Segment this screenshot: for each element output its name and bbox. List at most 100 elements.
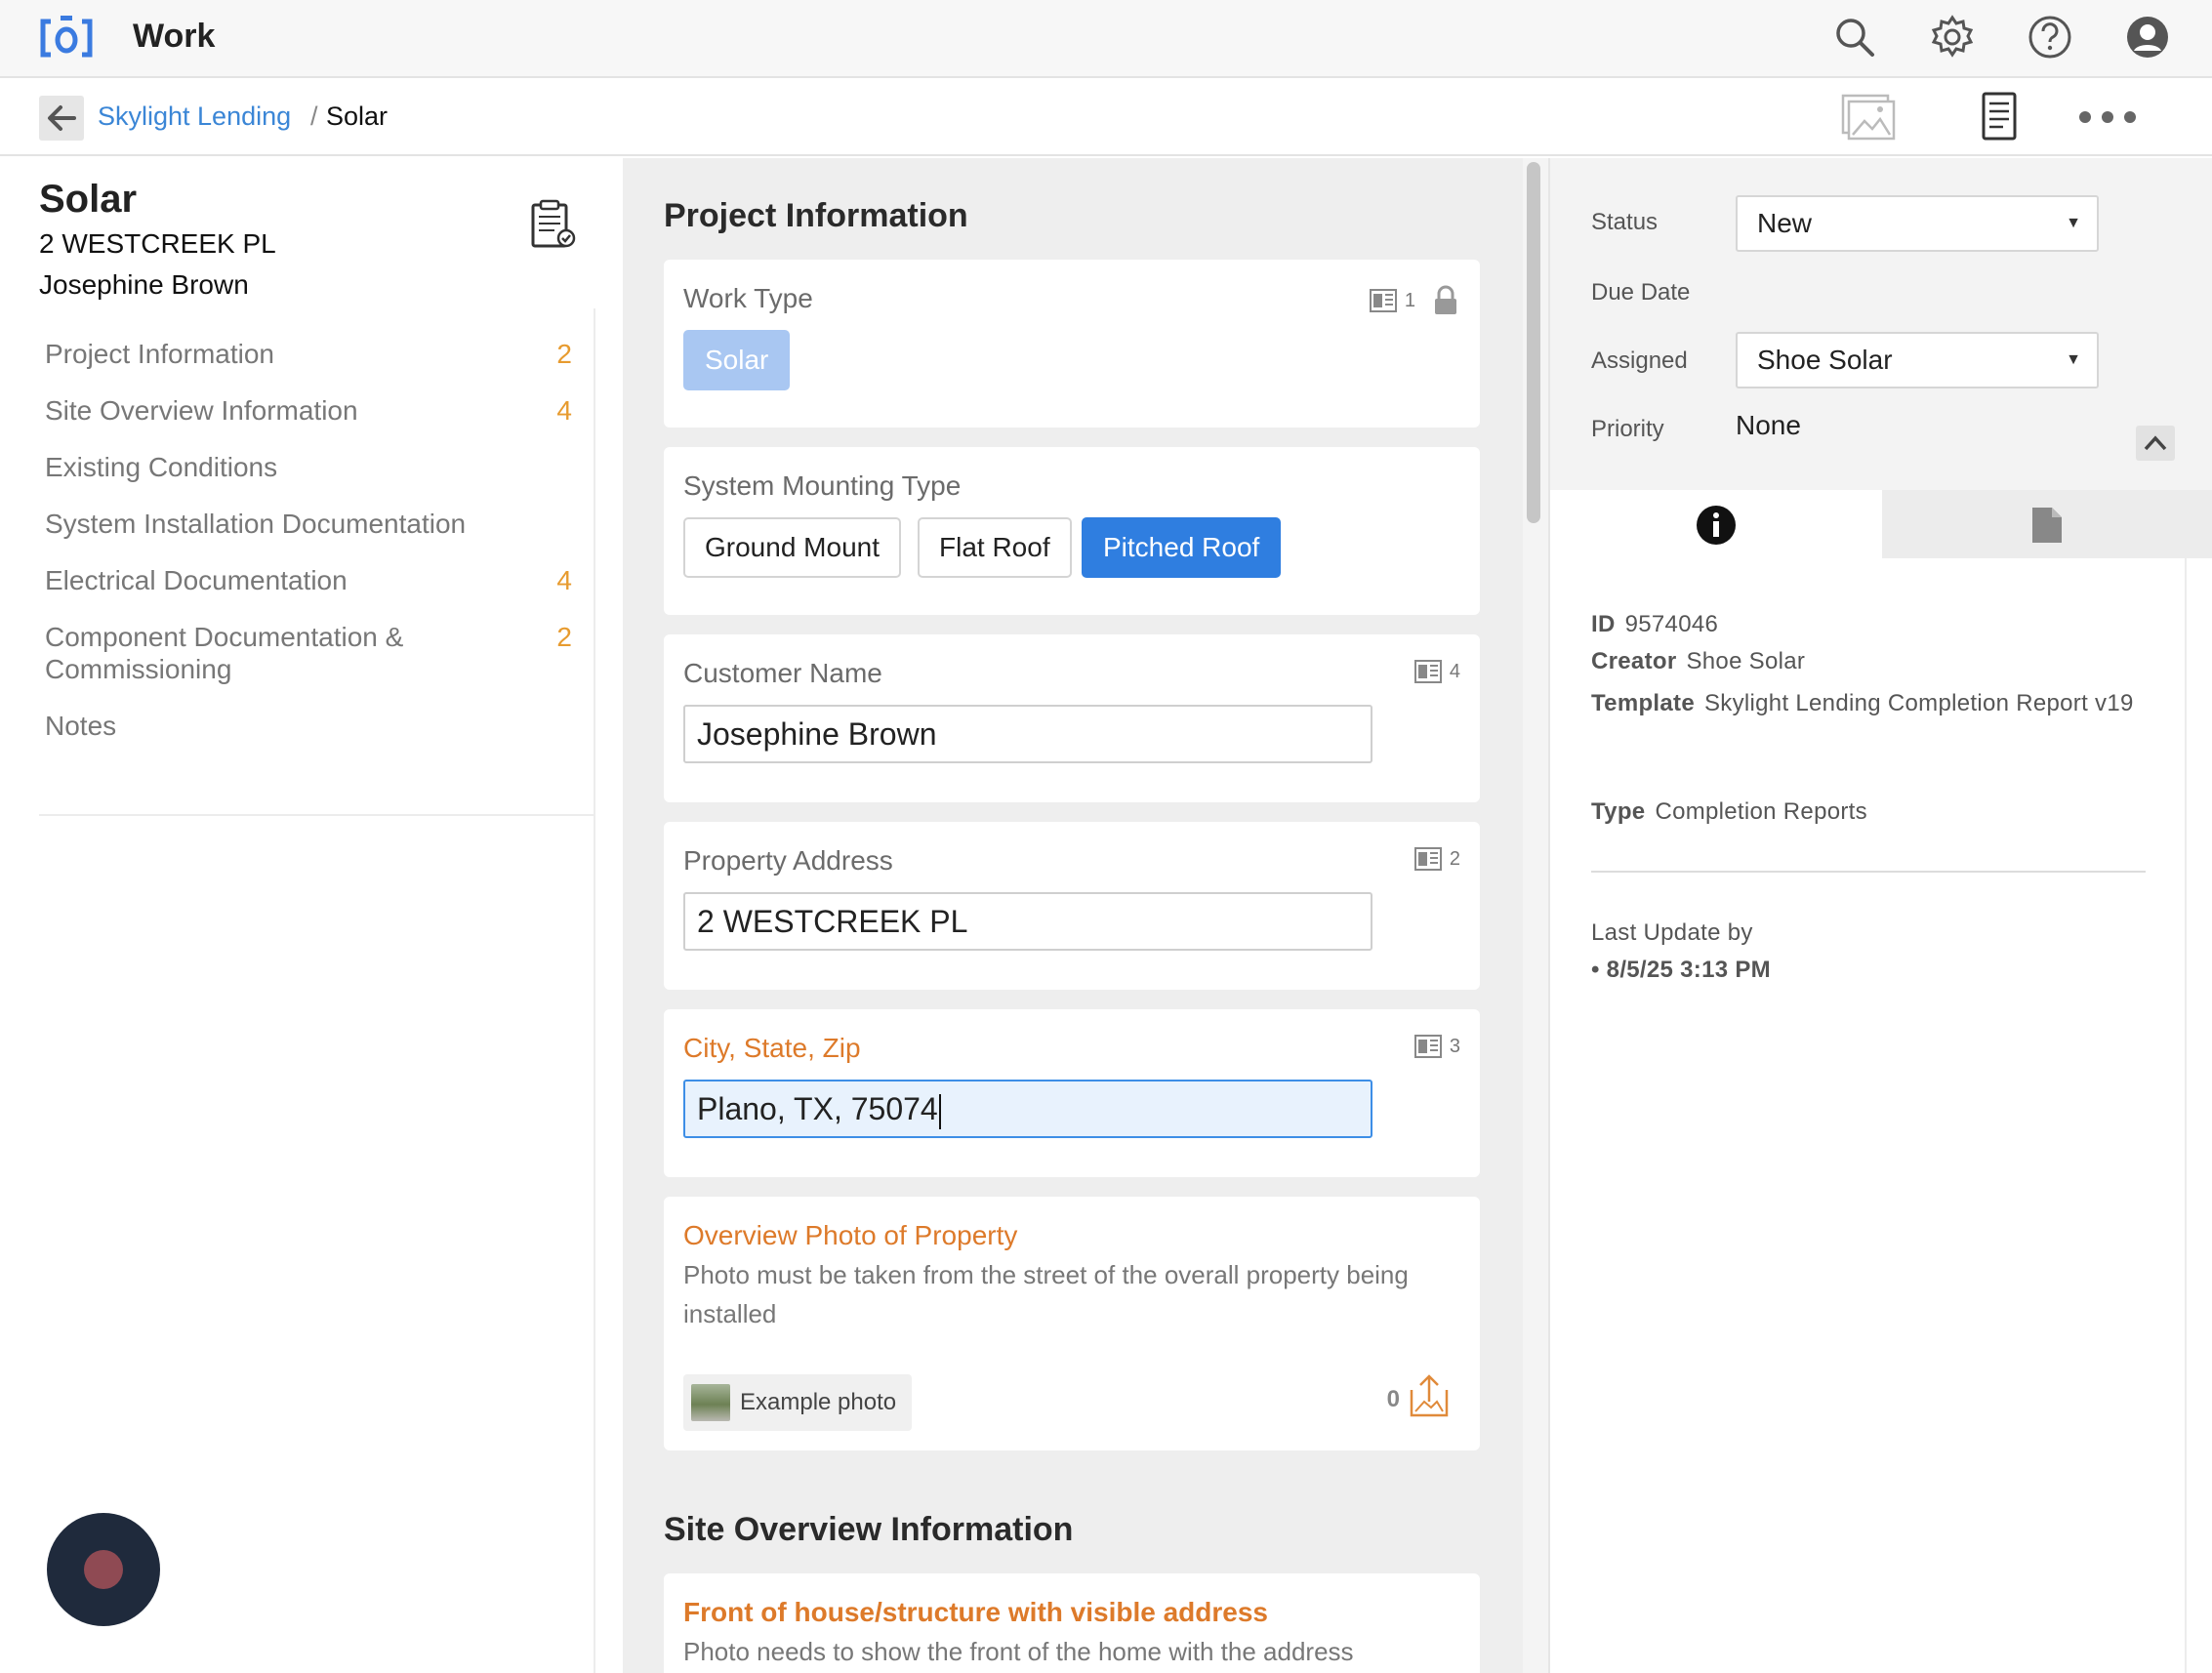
field-badge: 1 [1369,285,1460,316]
status-label: Status [1591,209,1659,235]
city-state-zip-value: Plano, TX, 75074 [697,1091,938,1126]
section-nav: Project Information 2 Site Overview Info… [45,338,572,766]
field-badge: 4 [1413,660,1460,683]
chat-launcher-button[interactable] [47,1513,160,1626]
field-label: Customer Name [683,658,882,688]
collapse-button[interactable] [2136,426,2175,461]
field-label: Overview Photo of Property [683,1220,1018,1250]
last-update-value: • 8/5/25 3:13 PM [1591,957,1771,983]
nav-item-existing-conditions[interactable]: Existing Conditions [45,451,572,483]
nav-item-notes[interactable]: Notes [45,710,572,742]
app-logo-icon[interactable] [39,14,94,62]
dropdown-arrow-icon: ▼ [2066,215,2081,231]
field-label: System Mounting Type [683,470,962,501]
meta-id-value: 9574046 [1624,611,1719,637]
document-stack-icon [1413,847,1442,871]
details-scroll-divider [2185,558,2187,1673]
section-heading-site-overview: Site Overview Information [664,1511,1074,1548]
assigned-value: Shoe Solar [1757,345,1893,375]
top-bar: Work [0,0,2212,78]
nav-item-system-installation[interactable]: System Installation Documentation [45,508,572,540]
chat-status-dot [84,1550,123,1589]
job-address: 2 WESTCREEK PL [39,228,276,259]
status-value: New [1757,208,1813,238]
nav-item-component-documentation[interactable]: Component Documentation & Commissioning … [45,621,572,685]
meta-type-value: Completion Reports [1655,798,1867,825]
nav-item-count: 4 [556,395,572,426]
photo-upload-icon[interactable] [1408,1372,1451,1419]
mounting-option-pitched-roof[interactable]: Pitched Roof [1082,517,1282,578]
help-icon[interactable] [2027,14,2073,61]
form-column: Project Information Work Type 1 Solar Sy… [623,158,1523,1673]
nav-item-electrical[interactable]: Electrical Documentation 4 [45,564,572,596]
document-stack-icon [1413,660,1442,683]
field-card-overview-photo: Overview Photo of Property Photo must be… [664,1197,1480,1450]
field-badge-count: 2 [1449,847,1460,870]
nav-item-project-information[interactable]: Project Information 2 [45,338,572,370]
field-description: Photo must be taken from the street of t… [683,1260,1409,1328]
field-card-property-address: Property Address 2 2 WESTCREEK PL [664,822,1480,990]
property-address-input[interactable]: 2 WESTCREEK PL [683,892,1372,951]
document-stack-icon [1413,1035,1442,1058]
field-label: Front of house/structure with visible ad… [683,1597,1268,1627]
report-icon[interactable] [1972,92,2027,143]
gear-icon[interactable] [1929,14,1976,61]
customer-name-input[interactable]: Josephine Brown [683,705,1372,763]
breadcrumb-current: Solar [326,102,389,131]
meta-creator-label: Creator [1591,648,1677,674]
chevron-up-icon [2144,435,2167,451]
more-icon[interactable] [2075,92,2140,143]
mounting-option-flat-roof[interactable]: Flat Roof [918,517,1072,578]
nav-item-site-overview[interactable]: Site Overview Information 4 [45,394,572,427]
field-label: Property Address [683,845,893,876]
nav-item-label: Electrical Documentation [45,565,348,595]
completion-report-icon[interactable] [527,199,578,250]
form-scrollbar-thumb[interactable] [1527,162,1540,523]
breadcrumb-bar: Skylight Lending / Solar [0,78,2212,156]
assigned-select[interactable]: Shoe Solar ▼ [1736,332,2099,388]
tab-document[interactable] [1882,490,2212,558]
nav-item-count: 2 [556,339,572,369]
field-badge: 2 [1413,847,1460,871]
last-update-label: Last Update by [1591,919,1753,946]
search-icon[interactable] [1831,14,1878,61]
job-sidebar: Solar 2 WESTCREEK PL Josephine Brown Pro… [0,158,623,1673]
field-label: City, State, Zip [683,1033,861,1063]
job-customer: Josephine Brown [39,269,249,300]
field-label: Work Type [683,283,813,313]
meta-divider [1591,871,2146,873]
priority-label: Priority [1591,416,1664,442]
field-card-customer-name: Customer Name 4 Josephine Brown [664,634,1480,802]
meta-id: ID 9574046 [1591,611,1718,638]
tab-info[interactable] [1550,490,1882,558]
lock-icon [1435,285,1456,314]
meta-id-label: ID [1591,611,1616,637]
dropdown-arrow-icon: ▼ [2066,351,2081,368]
field-badge-count: 1 [1404,289,1415,311]
field-description: Photo needs to show the front of the hom… [683,1637,1354,1666]
meta-type-label: Type [1591,798,1646,825]
status-select[interactable]: New ▼ [1736,195,2099,252]
breadcrumb-separator: / [310,102,318,131]
section-heading-project-information: Project Information [664,197,968,234]
example-photo-button[interactable]: Example photo [683,1374,913,1431]
city-state-zip-input[interactable]: Plano, TX, 75074 [683,1080,1372,1138]
mounting-option-ground-mount[interactable]: Ground Mount [683,517,901,578]
photo-count: 0 [1386,1386,1400,1412]
priority-value[interactable]: None [1736,410,1801,441]
example-photo-label: Example photo [740,1389,897,1415]
gallery-icon[interactable] [1841,92,1896,143]
work-type-chip: Solar [683,330,791,390]
nav-item-label: Component Documentation & Commissioning [45,622,404,684]
document-stack-icon [1369,289,1397,312]
nav-item-label: Existing Conditions [45,452,278,482]
job-title: Solar [39,178,138,221]
document-icon [2032,508,2062,543]
back-button[interactable] [39,96,84,141]
field-card-work-type: Work Type 1 Solar [664,260,1480,428]
field-card-mounting-type: System Mounting Type Ground Mount Flat R… [664,447,1480,615]
app-title: Work [133,18,216,55]
account-icon[interactable] [2124,14,2171,61]
breadcrumb-parent-link[interactable]: Skylight Lending [98,102,291,132]
nav-divider [39,814,594,816]
